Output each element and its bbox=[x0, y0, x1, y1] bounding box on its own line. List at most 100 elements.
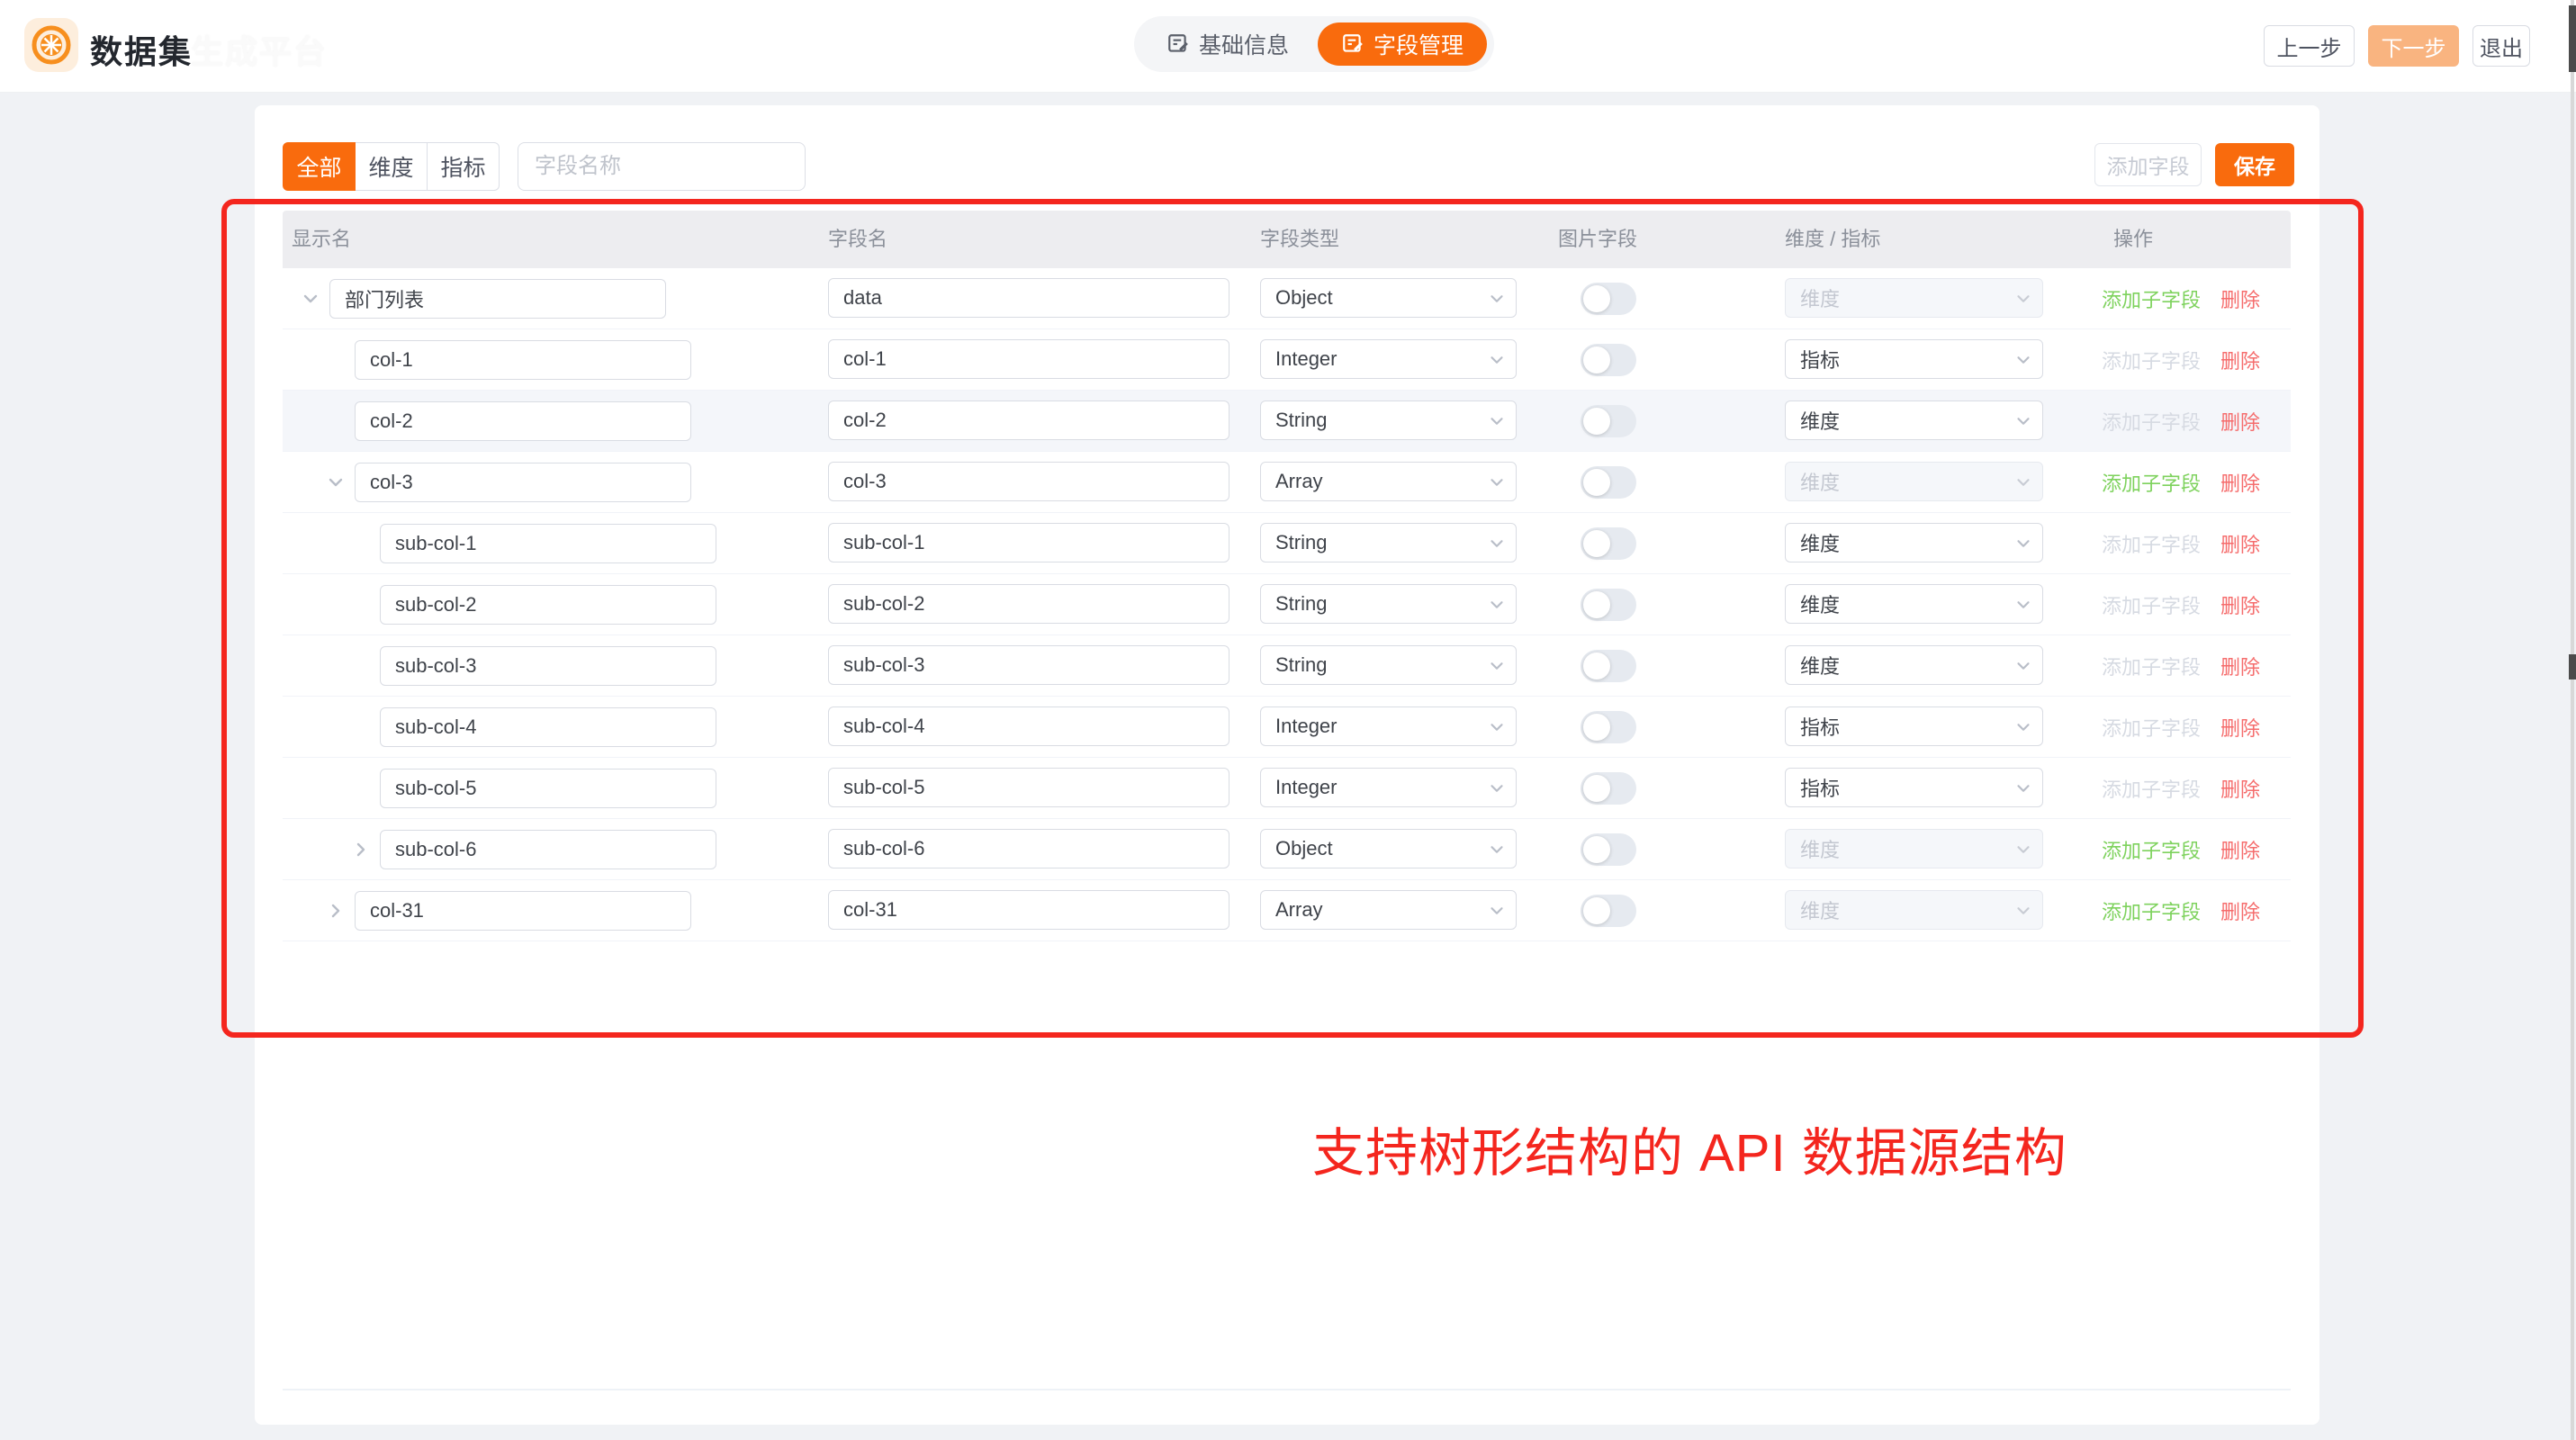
delete-field-link[interactable]: 删除 bbox=[2220, 652, 2260, 680]
display-name-input[interactable] bbox=[355, 401, 691, 441]
filter-dimension-button[interactable]: 维度 bbox=[355, 142, 428, 191]
dim-metric-select[interactable]: 指标 bbox=[1785, 768, 2043, 807]
row-actions: 添加子字段删除 bbox=[2102, 880, 2260, 940]
delete-field-link[interactable]: 删除 bbox=[2220, 529, 2260, 558]
image-field-toggle[interactable] bbox=[1581, 344, 1636, 376]
field-type-select[interactable]: Object bbox=[1260, 278, 1517, 318]
add-child-field-link[interactable]: 添加子字段 bbox=[2102, 835, 2201, 864]
add-child-field-link[interactable]: 添加子字段 bbox=[2102, 468, 2201, 497]
display-name-input[interactable] bbox=[380, 707, 716, 747]
image-field-toggle[interactable] bbox=[1581, 772, 1636, 805]
tab-field-management[interactable]: 字段管理 bbox=[1318, 22, 1487, 66]
expand-closed-icon[interactable] bbox=[349, 838, 373, 861]
fields-card: 全部 维度 指标 添加字段 保存 显示名 字段名 字段类型 图片字段 维度 / … bbox=[255, 105, 2319, 1425]
field-name-input[interactable] bbox=[828, 768, 1229, 807]
field-type-select[interactable]: String bbox=[1260, 400, 1517, 440]
image-field-toggle[interactable] bbox=[1581, 466, 1636, 499]
next-step-button[interactable]: 下一步 bbox=[2368, 25, 2459, 67]
field-type-select[interactable]: Array bbox=[1260, 890, 1517, 930]
display-name-input[interactable] bbox=[355, 463, 691, 502]
field-name-input[interactable] bbox=[828, 278, 1229, 318]
field-name-input[interactable] bbox=[828, 829, 1229, 868]
tab-basic-info[interactable]: 基础信息 bbox=[1143, 16, 1312, 72]
toggle-knob bbox=[1583, 469, 1610, 496]
field-search-input[interactable] bbox=[518, 142, 806, 191]
expand-open-icon[interactable] bbox=[324, 471, 347, 494]
field-type-select[interactable]: String bbox=[1260, 523, 1517, 562]
step-tabs: 基础信息 字段管理 bbox=[1134, 16, 1494, 72]
image-field-toggle[interactable] bbox=[1581, 405, 1636, 437]
dim-metric-select[interactable]: 维度 bbox=[1785, 584, 2043, 624]
image-field-toggle[interactable] bbox=[1581, 527, 1636, 560]
dim-metric-value: 维度 bbox=[1800, 590, 2006, 618]
display-name-input[interactable] bbox=[329, 279, 666, 319]
tree-cell bbox=[283, 880, 691, 940]
add-child-field-link[interactable]: 添加子字段 bbox=[2102, 284, 2201, 313]
field-type-select[interactable]: String bbox=[1260, 645, 1517, 685]
display-name-input[interactable] bbox=[355, 340, 691, 380]
table-row: Integer指标添加子字段删除 bbox=[283, 758, 2291, 819]
dim-metric-select[interactable]: 指标 bbox=[1785, 706, 2043, 746]
image-field-toggle[interactable] bbox=[1581, 283, 1636, 315]
display-name-input[interactable] bbox=[380, 830, 716, 869]
tree-cell bbox=[283, 819, 716, 879]
field-type-select[interactable]: Object bbox=[1260, 829, 1517, 868]
delete-field-link[interactable]: 删除 bbox=[2220, 284, 2260, 313]
table-row: String维度添加子字段删除 bbox=[283, 574, 2291, 635]
display-name-input[interactable] bbox=[380, 585, 716, 625]
field-name-input[interactable] bbox=[828, 890, 1229, 930]
dim-metric-select[interactable]: 维度 bbox=[1785, 645, 2043, 685]
display-name-input[interactable] bbox=[380, 769, 716, 808]
image-field-toggle[interactable] bbox=[1581, 650, 1636, 682]
add-child-field-link[interactable]: 添加子字段 bbox=[2102, 896, 2201, 925]
image-field-toggle[interactable] bbox=[1581, 711, 1636, 743]
filter-all-button[interactable]: 全部 bbox=[283, 142, 356, 191]
display-name-input[interactable] bbox=[380, 524, 716, 563]
expand-open-icon[interactable] bbox=[299, 287, 322, 310]
delete-field-link[interactable]: 删除 bbox=[2220, 346, 2260, 374]
field-type-value: Array bbox=[1275, 470, 1480, 493]
dim-metric-select[interactable]: 维度 bbox=[1785, 523, 2043, 562]
field-type-select[interactable]: Integer bbox=[1260, 339, 1517, 379]
add-field-button[interactable]: 添加字段 bbox=[2094, 143, 2202, 186]
dim-metric-select[interactable]: 维度 bbox=[1785, 400, 2043, 440]
prev-step-button[interactable]: 上一步 bbox=[2264, 25, 2355, 67]
field-name-input[interactable] bbox=[828, 400, 1229, 440]
table-row: Array维度添加子字段删除 bbox=[283, 452, 2291, 513]
field-type-select[interactable]: String bbox=[1260, 584, 1517, 624]
field-name-input[interactable] bbox=[828, 523, 1229, 562]
delete-field-link[interactable]: 删除 bbox=[2220, 590, 2260, 619]
field-name-input[interactable] bbox=[828, 706, 1229, 746]
field-type-select[interactable]: Integer bbox=[1260, 706, 1517, 746]
tree-cell bbox=[283, 635, 716, 696]
image-field-toggle[interactable] bbox=[1581, 589, 1636, 621]
save-button[interactable]: 保存 bbox=[2215, 143, 2294, 186]
delete-field-link[interactable]: 删除 bbox=[2220, 713, 2260, 742]
field-name-input[interactable] bbox=[828, 462, 1229, 501]
image-field-toggle[interactable] bbox=[1581, 895, 1636, 927]
field-type-select[interactable]: Integer bbox=[1260, 768, 1517, 807]
indent-spacer bbox=[349, 716, 373, 739]
exit-button[interactable]: 退出 bbox=[2472, 25, 2530, 67]
delete-field-link[interactable]: 删除 bbox=[2220, 896, 2260, 925]
display-name-input[interactable] bbox=[380, 646, 716, 686]
field-name-input[interactable] bbox=[828, 584, 1229, 624]
toggle-knob bbox=[1583, 714, 1610, 741]
field-name-input[interactable] bbox=[828, 339, 1229, 379]
add-child-field-link: 添加子字段 bbox=[2102, 652, 2201, 680]
field-name-input[interactable] bbox=[828, 645, 1229, 685]
field-type-value: Object bbox=[1275, 286, 1480, 310]
filter-metric-button[interactable]: 指标 bbox=[427, 142, 500, 191]
tree-cell bbox=[283, 268, 666, 328]
delete-field-link[interactable]: 删除 bbox=[2220, 774, 2260, 803]
delete-field-link[interactable]: 删除 bbox=[2220, 407, 2260, 436]
toggle-knob bbox=[1583, 346, 1610, 374]
delete-field-link[interactable]: 删除 bbox=[2220, 835, 2260, 864]
display-name-input[interactable] bbox=[355, 891, 691, 931]
dim-metric-select[interactable]: 指标 bbox=[1785, 339, 2043, 379]
expand-closed-icon[interactable] bbox=[324, 899, 347, 922]
delete-field-link[interactable]: 删除 bbox=[2220, 468, 2260, 497]
page-title: 数据集 bbox=[90, 26, 193, 73]
image-field-toggle[interactable] bbox=[1581, 833, 1636, 866]
field-type-select[interactable]: Array bbox=[1260, 462, 1517, 501]
